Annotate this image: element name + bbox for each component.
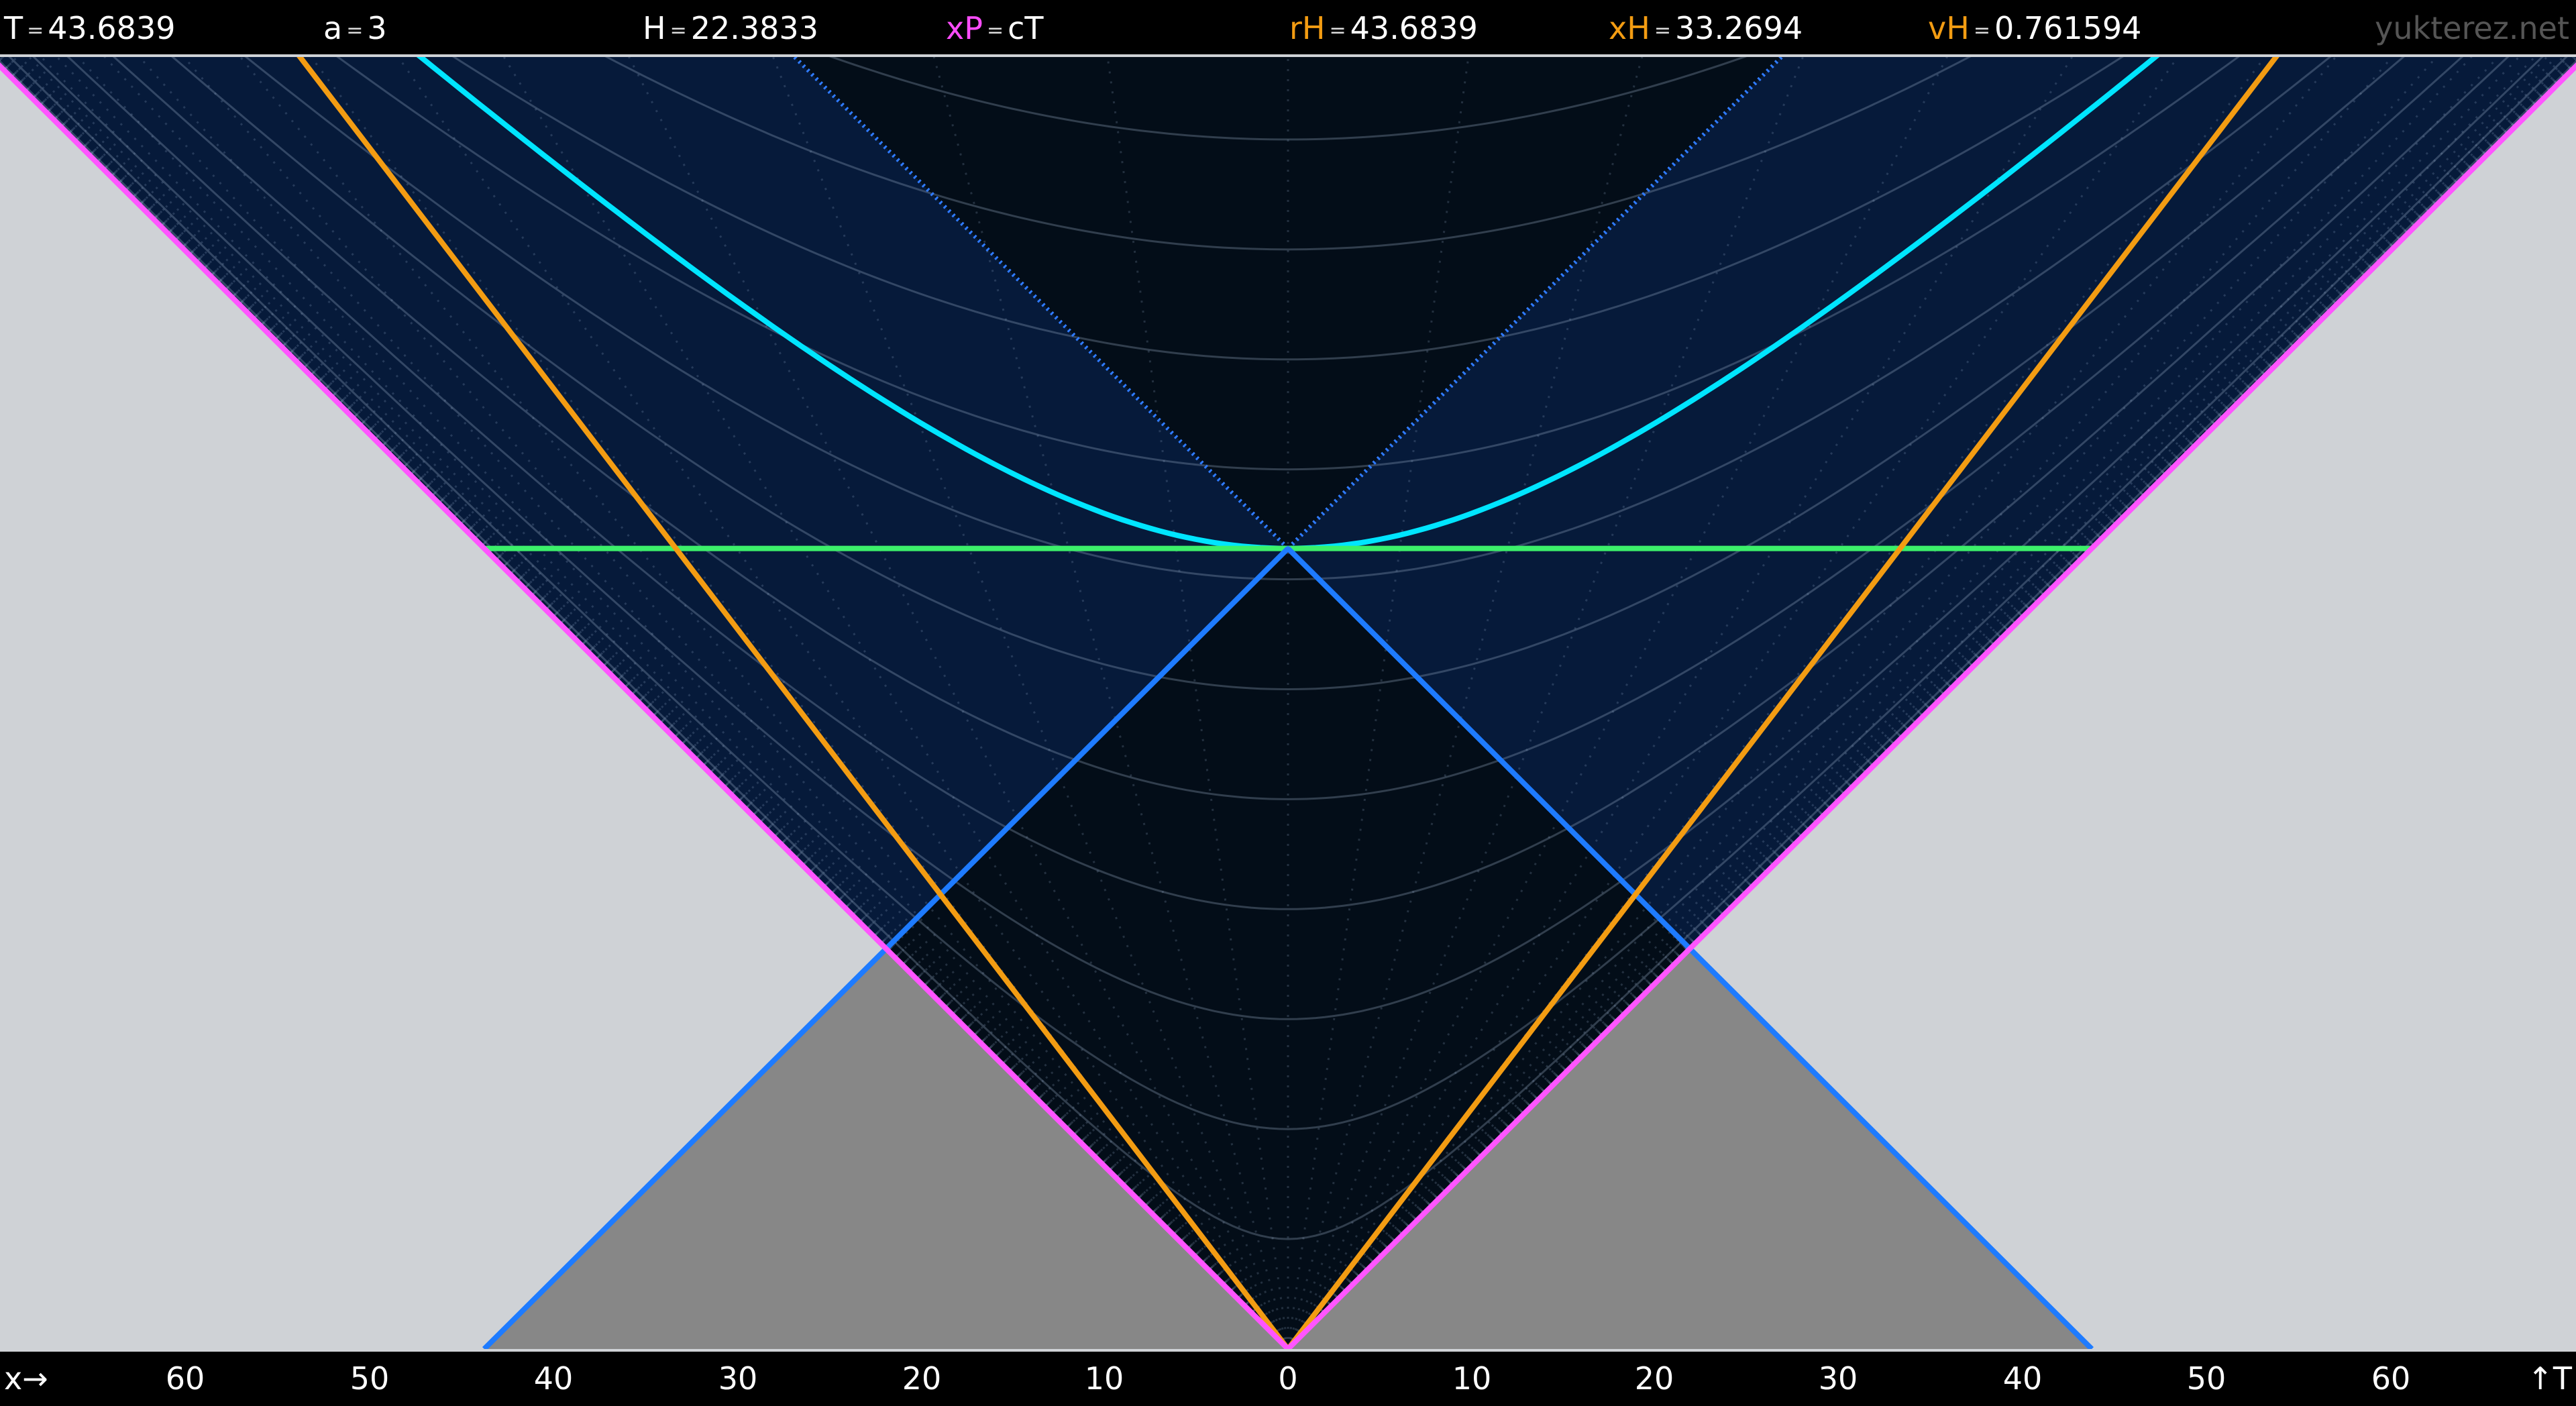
status-bar: T = 43.6839 a = 3 H = 22.3833 xP = cT rH = 43.6839… bbox=[0, 0, 2576, 57]
x-tick-label: 40 bbox=[2002, 1360, 2043, 1397]
t-axis-label: ↑T bbox=[2527, 1360, 2572, 1397]
x-tick-label: 10 bbox=[1452, 1360, 1492, 1397]
readout-H: H = 22.3833 bbox=[643, 10, 818, 46]
readout-xP: xP = cT bbox=[946, 10, 1044, 46]
x-axis-bar: x→ 60 50 40 30 20 10 0 10 20 30 40 50 60… bbox=[0, 1349, 2576, 1406]
x-tick-label: 10 bbox=[1084, 1360, 1124, 1397]
readout-a: a = 3 bbox=[323, 10, 387, 46]
x-tick-label: 60 bbox=[2371, 1360, 2411, 1397]
x-tick-label: 30 bbox=[1818, 1360, 1858, 1397]
readout-rH: rH = 43.6839 bbox=[1289, 10, 1478, 46]
x-tick-label: 40 bbox=[533, 1360, 574, 1397]
x-tick-label: 50 bbox=[350, 1360, 390, 1397]
x-tick-label: 30 bbox=[718, 1360, 758, 1397]
readout-vH: vH = 0.761594 bbox=[1928, 10, 2142, 46]
readout-T: T = 43.6839 bbox=[4, 10, 176, 46]
watermark: yukterez.net bbox=[2375, 10, 2569, 46]
x-tick-label: 0 bbox=[1278, 1360, 1298, 1397]
x-tick-label: 60 bbox=[165, 1360, 205, 1397]
x-tick-label: 50 bbox=[2186, 1360, 2226, 1397]
readout-xH: xH = 33.2694 bbox=[1609, 10, 1803, 46]
x-tick-label: 20 bbox=[902, 1360, 942, 1397]
x-axis-label: x→ bbox=[4, 1360, 48, 1397]
spacetime-diagram bbox=[0, 57, 2576, 1349]
x-tick-label: 20 bbox=[1634, 1360, 1674, 1397]
